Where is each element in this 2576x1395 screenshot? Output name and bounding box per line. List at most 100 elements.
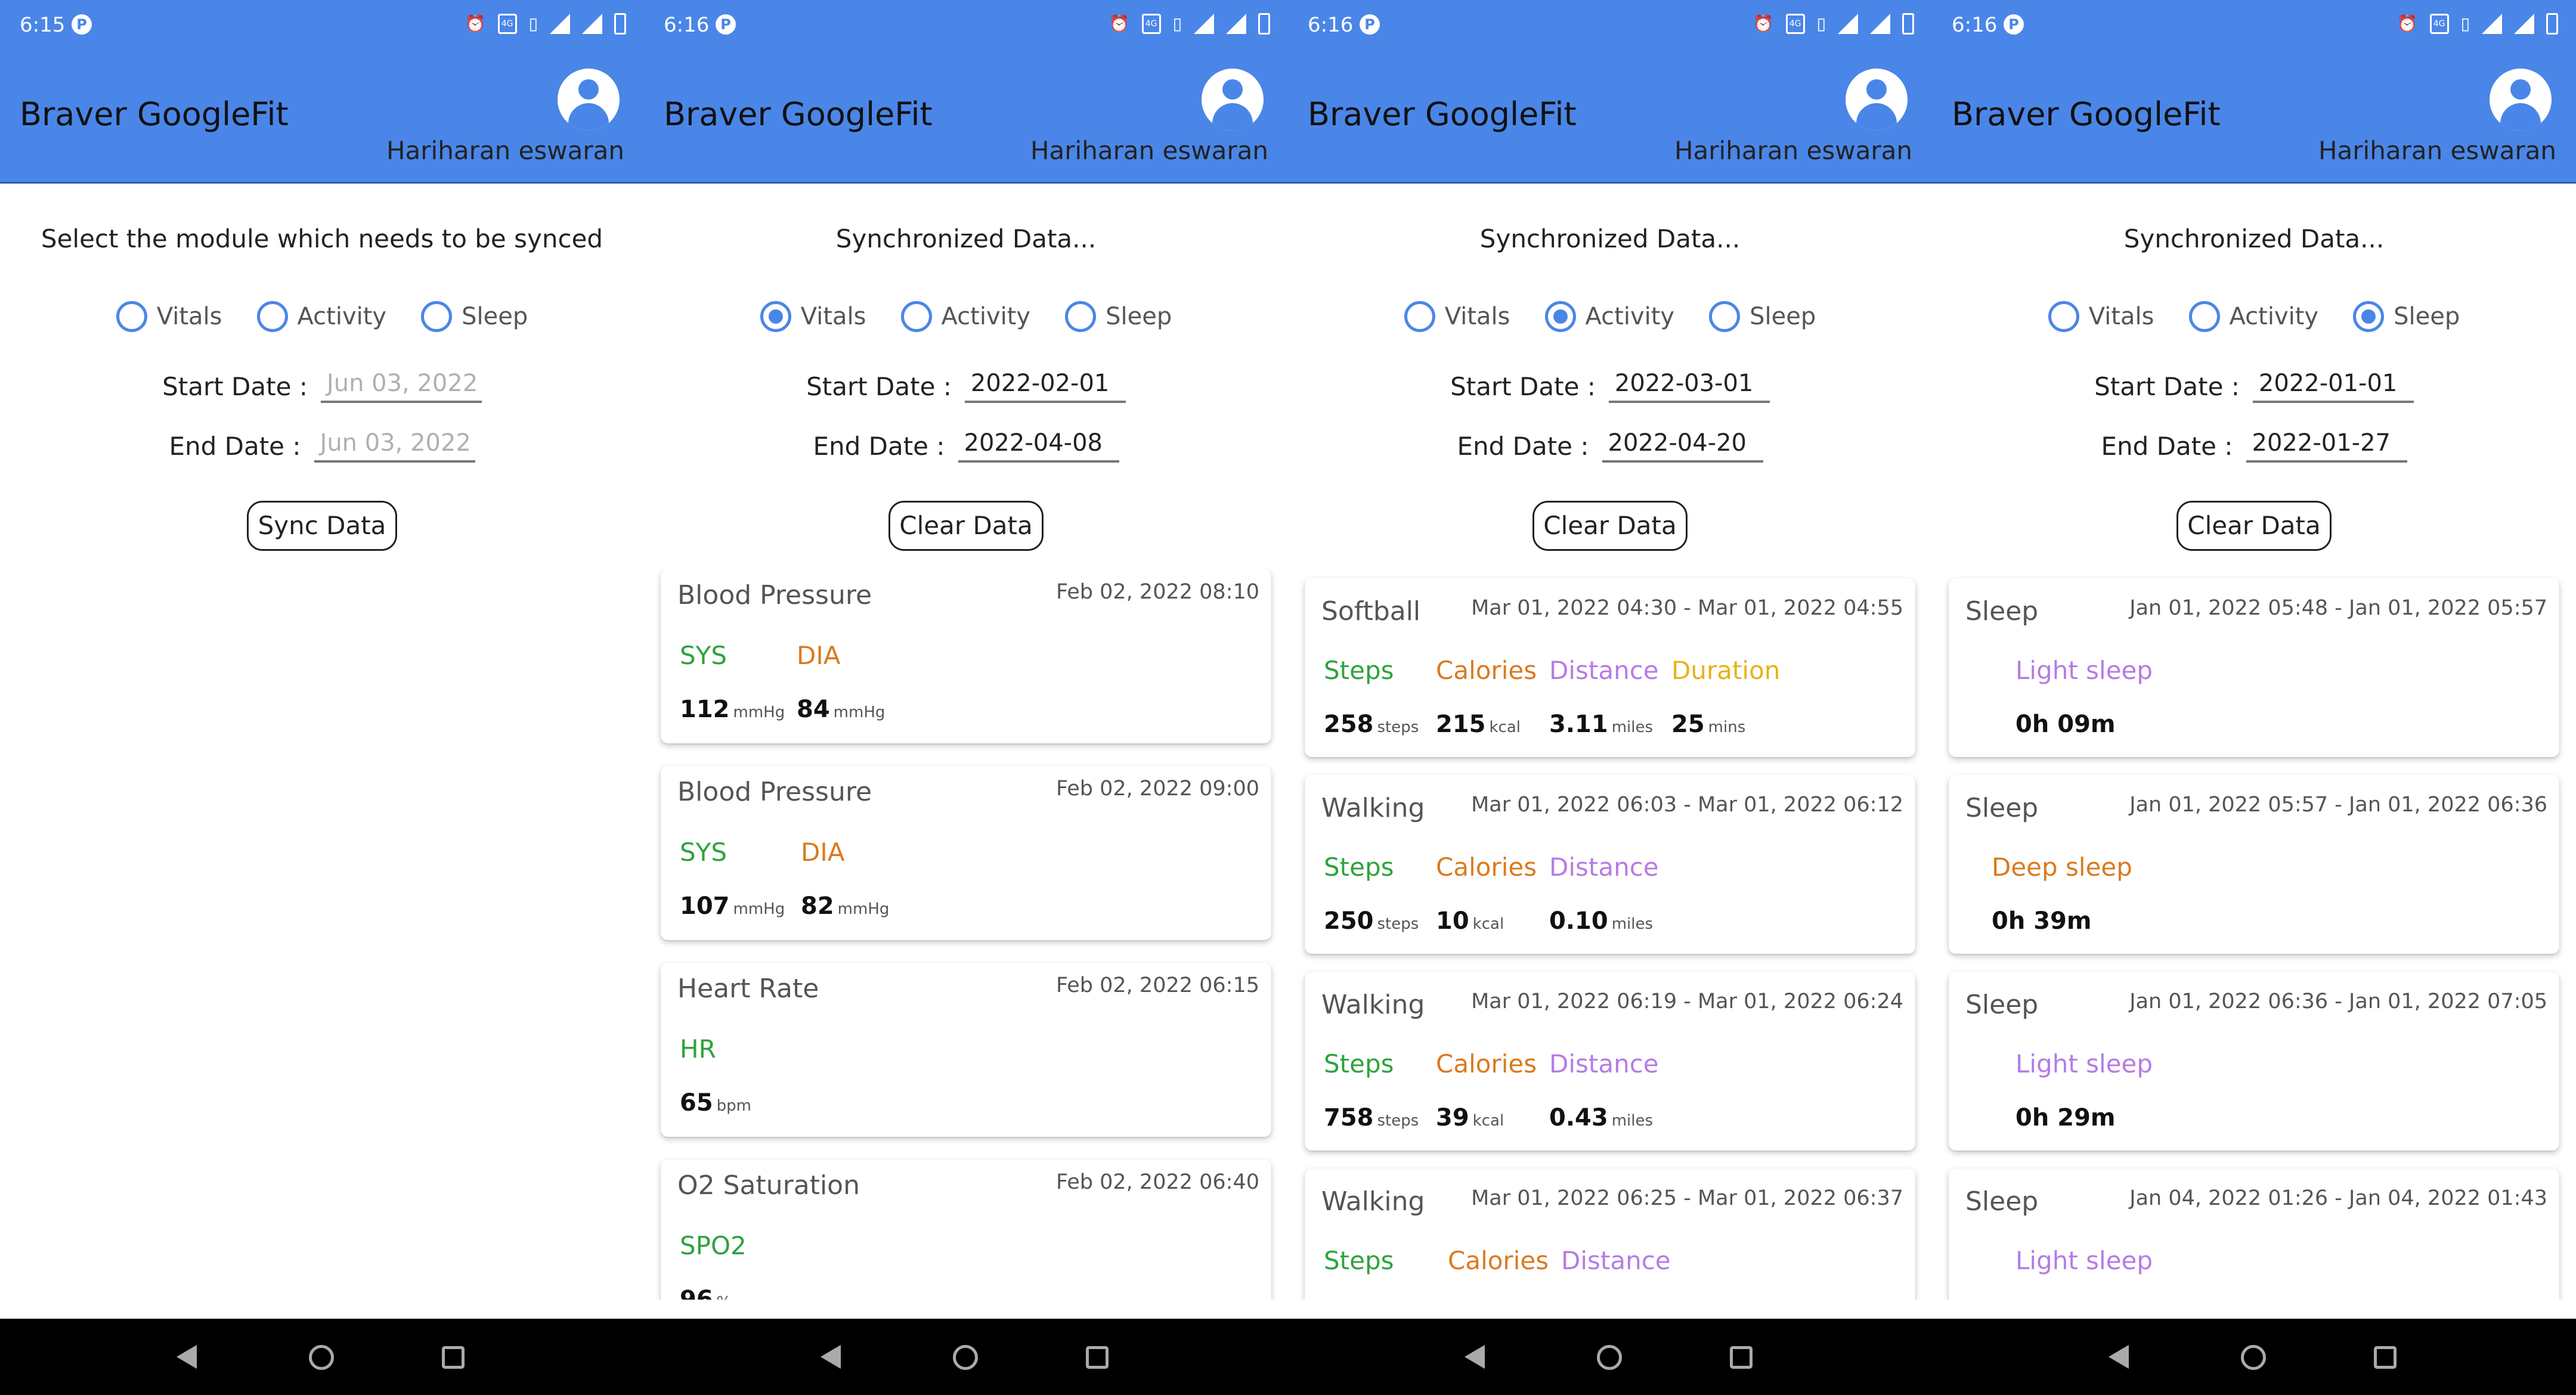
recents-icon[interactable] — [1730, 1346, 1753, 1369]
metric-label: Distance — [1549, 656, 1659, 685]
page-heading: Synchronized Data... — [1479, 224, 1741, 253]
radio-activity[interactable]: Activity — [256, 301, 386, 332]
clear-data-button[interactable]: Clear Data — [2176, 501, 2332, 551]
home-icon[interactable] — [309, 1345, 334, 1370]
start-date-field[interactable]: 2022-03-01 — [1608, 370, 1770, 403]
radio-circle[interactable] — [1065, 301, 1097, 332]
vital-card[interactable]: Blood Pressure Feb 02, 2022 09:00 SYS DI… — [661, 766, 1271, 940]
vitals-list[interactable]: Blood Pressure Feb 02, 2022 08:10 SYS DI… — [644, 569, 1288, 1300]
end-date-field[interactable]: Jun 03, 2022 — [314, 429, 475, 463]
vital-card[interactable]: O2 Saturation Feb 02, 2022 06:40 SPO2 96… — [661, 1160, 1271, 1300]
end-date-field[interactable]: 2022-01-27 — [2246, 429, 2407, 463]
end-date-field[interactable]: 2022-04-20 — [1602, 429, 1763, 463]
card-title: Sleep — [1965, 596, 2039, 627]
user-name: Hariharan eswaran — [386, 136, 624, 165]
end-date-label: End Date : — [813, 431, 945, 461]
recents-icon[interactable] — [1086, 1346, 1109, 1369]
radio-sleep[interactable]: Sleep — [2353, 301, 2460, 332]
volte-icon: 4G — [1141, 14, 1161, 34]
metric-label: Steps — [1324, 1246, 1394, 1275]
radio-circle[interactable] — [1709, 301, 1741, 332]
account-circle-icon[interactable] — [1846, 69, 1908, 131]
signal-icon — [1194, 14, 1214, 34]
activity-list[interactable]: Softball Mar 01, 2022 04:30 - Mar 01, 20… — [1288, 569, 1932, 1300]
card-title: O2 Saturation — [677, 1170, 860, 1201]
status-icons: ⏰ 4G ▯ — [1753, 13, 1914, 35]
end-date-row: End Date : 2022-04-20 — [1288, 429, 1932, 463]
home-icon[interactable] — [1597, 1345, 1622, 1370]
radio-vitals[interactable]: Vitals — [116, 301, 222, 332]
home-icon[interactable] — [953, 1345, 978, 1370]
sleep-card[interactable]: Sleep Jan 01, 2022 05:57 - Jan 01, 2022 … — [1949, 775, 2559, 954]
radio-sleep[interactable]: Sleep — [1065, 301, 1172, 332]
nav-group — [0, 1319, 644, 1395]
start-date-label: Start Date : — [2094, 371, 2240, 401]
metric-value: 112 mmHg — [680, 696, 785, 723]
sleep-list[interactable]: Sleep Jan 01, 2022 05:48 - Jan 01, 2022 … — [1932, 569, 2576, 1300]
radio-circle-selected[interactable] — [760, 301, 791, 332]
sleep-card[interactable]: Sleep Jan 01, 2022 06:36 - Jan 01, 2022 … — [1949, 972, 2559, 1151]
vital-card[interactable]: Heart Rate Feb 02, 2022 06:15 HR 65 bpm — [661, 963, 1271, 1137]
app-notification-icon: P — [716, 14, 736, 35]
metric-value: 758 steps — [1324, 1104, 1419, 1132]
card-title: Blood Pressure — [677, 777, 872, 807]
radio-activity[interactable]: Activity — [900, 301, 1031, 332]
radio-activity[interactable]: Activity — [2188, 301, 2318, 332]
sync-data-button[interactable]: Sync Data — [247, 501, 397, 551]
radio-circle-selected[interactable] — [1544, 301, 1576, 332]
radio-circle[interactable] — [116, 301, 147, 332]
radio-vitals[interactable]: Vitals — [2048, 301, 2154, 332]
home-icon[interactable] — [2241, 1345, 2266, 1370]
start-date-row: Start Date : Jun 03, 2022 — [0, 370, 644, 403]
recents-icon[interactable] — [442, 1346, 465, 1369]
radio-activity[interactable]: Activity — [1544, 301, 1675, 332]
account-circle-icon[interactable] — [2490, 69, 2552, 131]
radio-circle[interactable] — [421, 301, 453, 332]
back-icon[interactable] — [821, 1345, 841, 1369]
back-icon[interactable] — [2109, 1345, 2129, 1369]
radio-vitals[interactable]: Vitals — [1404, 301, 1510, 332]
start-date-field[interactable]: Jun 03, 2022 — [320, 370, 482, 403]
radio-circle[interactable] — [256, 301, 288, 332]
radio-circle[interactable] — [2188, 301, 2220, 332]
radio-circle[interactable] — [900, 301, 932, 332]
start-date-field[interactable]: 2022-02-01 — [964, 370, 1126, 403]
card-date: Feb 02, 2022 06:40 — [1056, 1170, 1259, 1194]
radio-sleep[interactable]: Sleep — [1709, 301, 1816, 332]
vital-card[interactable]: Blood Pressure Feb 02, 2022 08:10 SYS DI… — [661, 569, 1271, 743]
radio-label: Vitals — [156, 303, 222, 330]
app-notification-icon: P — [1360, 14, 1380, 35]
clear-data-button[interactable]: Clear Data — [1532, 501, 1688, 551]
nav-group — [644, 1319, 1288, 1395]
screen-activity: 6:16 P ⏰ 4G ▯ Braver GoogleFit Hariharan… — [1288, 0, 1932, 1395]
radio-sleep[interactable]: Sleep — [421, 301, 528, 332]
radio-circle[interactable] — [2048, 301, 2079, 332]
metric-label: Light sleep — [2015, 656, 2153, 685]
account-circle-icon[interactable] — [558, 69, 620, 131]
activity-card[interactable]: Walking Mar 01, 2022 06:03 - Mar 01, 202… — [1305, 775, 1915, 954]
end-date-field[interactable]: 2022-04-08 — [958, 429, 1119, 463]
metric-value: 250 steps — [1324, 907, 1419, 935]
metric-label: Calories — [1436, 1049, 1537, 1078]
activity-card[interactable]: Softball Mar 01, 2022 04:30 - Mar 01, 20… — [1305, 578, 1915, 757]
alarm-icon: ⏰ — [465, 14, 486, 33]
clear-data-button[interactable]: Clear Data — [888, 501, 1044, 551]
radio-label: Activity — [941, 303, 1031, 330]
recents-icon[interactable] — [2374, 1346, 2397, 1369]
activity-card[interactable]: Walking Mar 01, 2022 06:25 - Mar 01, 202… — [1305, 1168, 1915, 1300]
activity-card[interactable]: Walking Mar 01, 2022 06:19 - Mar 01, 202… — [1305, 972, 1915, 1151]
back-icon[interactable] — [1465, 1345, 1485, 1369]
radio-circle-selected[interactable] — [2353, 301, 2385, 332]
radio-circle[interactable] — [1404, 301, 1435, 332]
volte-icon: 4G — [497, 14, 517, 34]
back-icon[interactable] — [177, 1345, 197, 1369]
end-date-row: End Date : Jun 03, 2022 — [0, 429, 644, 463]
battery-icon — [614, 13, 626, 35]
battery-icon — [2546, 13, 2558, 35]
sleep-card[interactable]: Sleep Jan 01, 2022 05:48 - Jan 01, 2022 … — [1949, 578, 2559, 757]
start-date-field[interactable]: 2022-01-01 — [2252, 370, 2414, 403]
sleep-card[interactable]: Sleep Jan 04, 2022 01:26 - Jan 04, 2022 … — [1949, 1168, 2559, 1300]
radio-vitals[interactable]: Vitals — [760, 301, 866, 332]
radio-label: Activity — [1585, 303, 1675, 330]
account-circle-icon[interactable] — [1202, 69, 1264, 131]
